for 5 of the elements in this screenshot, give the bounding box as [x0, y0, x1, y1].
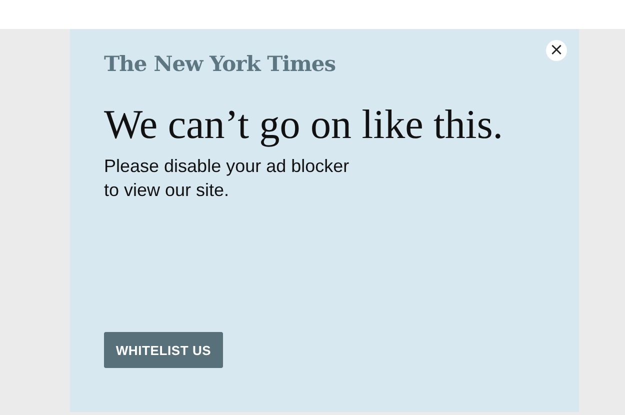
message: Please disable your ad blocker to view our site.: [104, 155, 350, 202]
whitelist-button[interactable]: WHITELIST US: [104, 332, 223, 368]
close-button[interactable]: ×: [546, 40, 567, 61]
headline: We can’t go on like this.: [104, 102, 504, 146]
logo: The New York Times: [104, 51, 336, 76]
